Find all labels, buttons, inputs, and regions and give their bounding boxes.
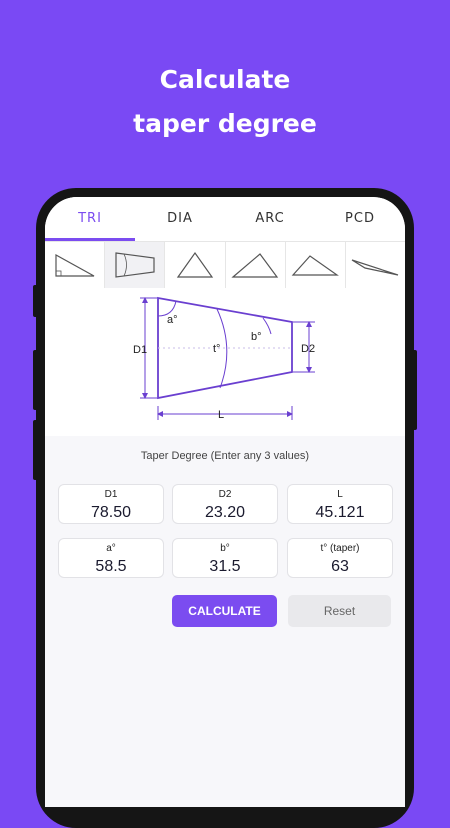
- field-t-taper[interactable]: t° (taper) 63: [287, 538, 393, 578]
- promo-heading: Calculate taper degree: [0, 58, 450, 146]
- phone-side-button: [33, 420, 38, 480]
- field-a-angle-label: a°: [106, 543, 116, 554]
- field-l-label: L: [337, 489, 343, 500]
- field-t-taper-value[interactable]: 63: [288, 558, 392, 576]
- taper-diagram: a° b° t° D1 D2 L: [45, 288, 405, 436]
- right-triangle-icon: [54, 253, 94, 277]
- tab-dia[interactable]: DIA: [135, 197, 225, 241]
- taper-diagram-svg: a° b° t° D1 D2 L: [133, 296, 315, 421]
- label-t-angle: t°: [213, 343, 220, 355]
- promo-line-1: Calculate: [159, 65, 291, 94]
- equilateral-triangle-icon: [176, 251, 214, 278]
- phone-side-button: [33, 350, 38, 410]
- label-a-angle: a°: [167, 314, 178, 326]
- form-subtitle: Taper Degree (Enter any 3 values): [140, 450, 310, 462]
- app-screen: TRI DIA ARC PCD a° b° t° D1 D2 L Taper D…: [45, 197, 405, 807]
- obtuse-triangle-flat-icon: [352, 259, 399, 276]
- tab-pcd[interactable]: PCD: [315, 197, 405, 241]
- field-t-taper-label: t° (taper): [320, 543, 360, 554]
- field-b-angle-label: b°: [220, 543, 230, 554]
- label-l: L: [218, 409, 224, 421]
- field-d1-value[interactable]: 78.50: [59, 504, 163, 522]
- reset-button[interactable]: Reset: [288, 595, 391, 627]
- angle-arc-b: [262, 317, 272, 335]
- shape-selector: [45, 241, 405, 289]
- field-a-angle[interactable]: a° 58.5: [58, 538, 164, 578]
- label-d2: D2: [301, 343, 315, 355]
- field-d1-label: D1: [104, 489, 118, 500]
- field-l-value[interactable]: 45.121: [288, 504, 392, 522]
- shape-option-equilateral[interactable]: [165, 242, 226, 288]
- taper-form: Taper Degree (Enter any 3 values) D1 78.…: [45, 436, 405, 807]
- scalene-triangle-icon: [231, 253, 279, 278]
- shape-option-scalene[interactable]: [226, 242, 286, 288]
- shape-option-taper[interactable]: [105, 242, 166, 288]
- phone-side-button: [412, 350, 417, 430]
- phone-side-button: [33, 285, 38, 317]
- tab-tri[interactable]: TRI: [45, 197, 135, 241]
- label-b-angle: b°: [251, 331, 262, 343]
- field-d1[interactable]: D1 78.50: [58, 484, 164, 524]
- field-b-angle-value[interactable]: 31.5: [173, 558, 277, 576]
- shape-option-obtuse-flat[interactable]: [346, 242, 405, 288]
- field-a-angle-value[interactable]: 58.5: [59, 558, 163, 576]
- tab-arc[interactable]: ARC: [225, 197, 315, 241]
- field-d2-value[interactable]: 23.20: [173, 504, 277, 522]
- calculate-button[interactable]: CALCULATE: [172, 595, 277, 627]
- tab-bar: TRI DIA ARC PCD: [45, 197, 405, 241]
- obtuse-triangle-icon: [291, 255, 340, 276]
- field-l[interactable]: L 45.121: [287, 484, 393, 524]
- field-b-angle[interactable]: b° 31.5: [172, 538, 278, 578]
- shape-option-right-triangle[interactable]: [45, 242, 106, 288]
- promo-line-2: taper degree: [133, 109, 317, 138]
- field-d2-label: D2: [218, 489, 232, 500]
- shape-option-obtuse[interactable]: [286, 242, 346, 288]
- field-d2[interactable]: D2 23.20: [172, 484, 278, 524]
- label-d1: D1: [133, 344, 147, 356]
- taper-icon: [115, 252, 155, 278]
